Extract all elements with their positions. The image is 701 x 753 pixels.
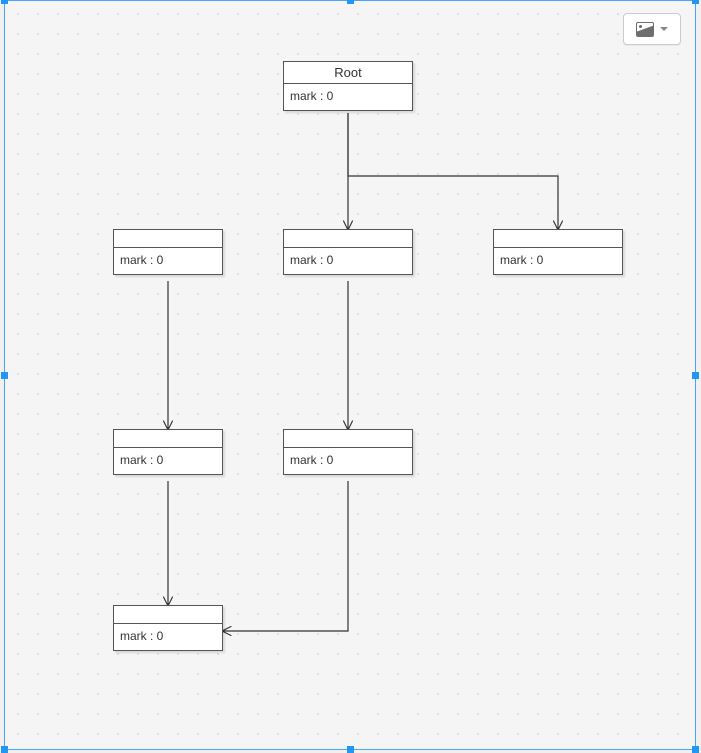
selection-handle[interactable] <box>692 0 699 4</box>
node-attribute: mark : 0 <box>284 84 412 110</box>
node-title: Root <box>284 62 412 84</box>
node-title <box>284 230 412 248</box>
node-left-1[interactable]: mark : 0 <box>113 229 223 275</box>
insert-image-button[interactable] <box>623 13 681 45</box>
node-attribute: mark : 0 <box>284 448 412 474</box>
node-attribute: mark : 0 <box>114 448 222 474</box>
selection-handle[interactable] <box>347 0 354 4</box>
node-mid-1[interactable]: mark : 0 <box>283 229 413 275</box>
node-attribute: mark : 0 <box>284 248 412 274</box>
selection-handle[interactable] <box>1 746 8 753</box>
node-title <box>114 430 222 448</box>
image-icon <box>636 22 654 37</box>
node-title <box>114 230 222 248</box>
node-bottom[interactable]: mark : 0 <box>113 605 223 651</box>
edge-layer <box>5 1 697 751</box>
node-root[interactable]: Root mark : 0 <box>283 61 413 111</box>
chevron-down-icon <box>660 27 668 31</box>
selection-handle[interactable] <box>347 746 354 753</box>
node-title <box>284 430 412 448</box>
node-left-2[interactable]: mark : 0 <box>113 429 223 475</box>
diagram-canvas[interactable]: Root mark : 0 mark : 0 mark : 0 mark : 0… <box>4 0 696 750</box>
selection-handle[interactable] <box>692 372 699 379</box>
edge[interactable] <box>223 481 348 631</box>
node-attribute: mark : 0 <box>114 248 222 274</box>
selection-handle[interactable] <box>1 0 8 4</box>
node-attribute: mark : 0 <box>494 248 622 274</box>
selection-handle[interactable] <box>692 746 699 753</box>
edge[interactable] <box>348 113 558 229</box>
node-mid-2[interactable]: mark : 0 <box>283 429 413 475</box>
node-right-1[interactable]: mark : 0 <box>493 229 623 275</box>
node-title <box>494 230 622 248</box>
selection-handle[interactable] <box>1 372 8 379</box>
node-title <box>114 606 222 624</box>
node-attribute: mark : 0 <box>114 624 222 650</box>
